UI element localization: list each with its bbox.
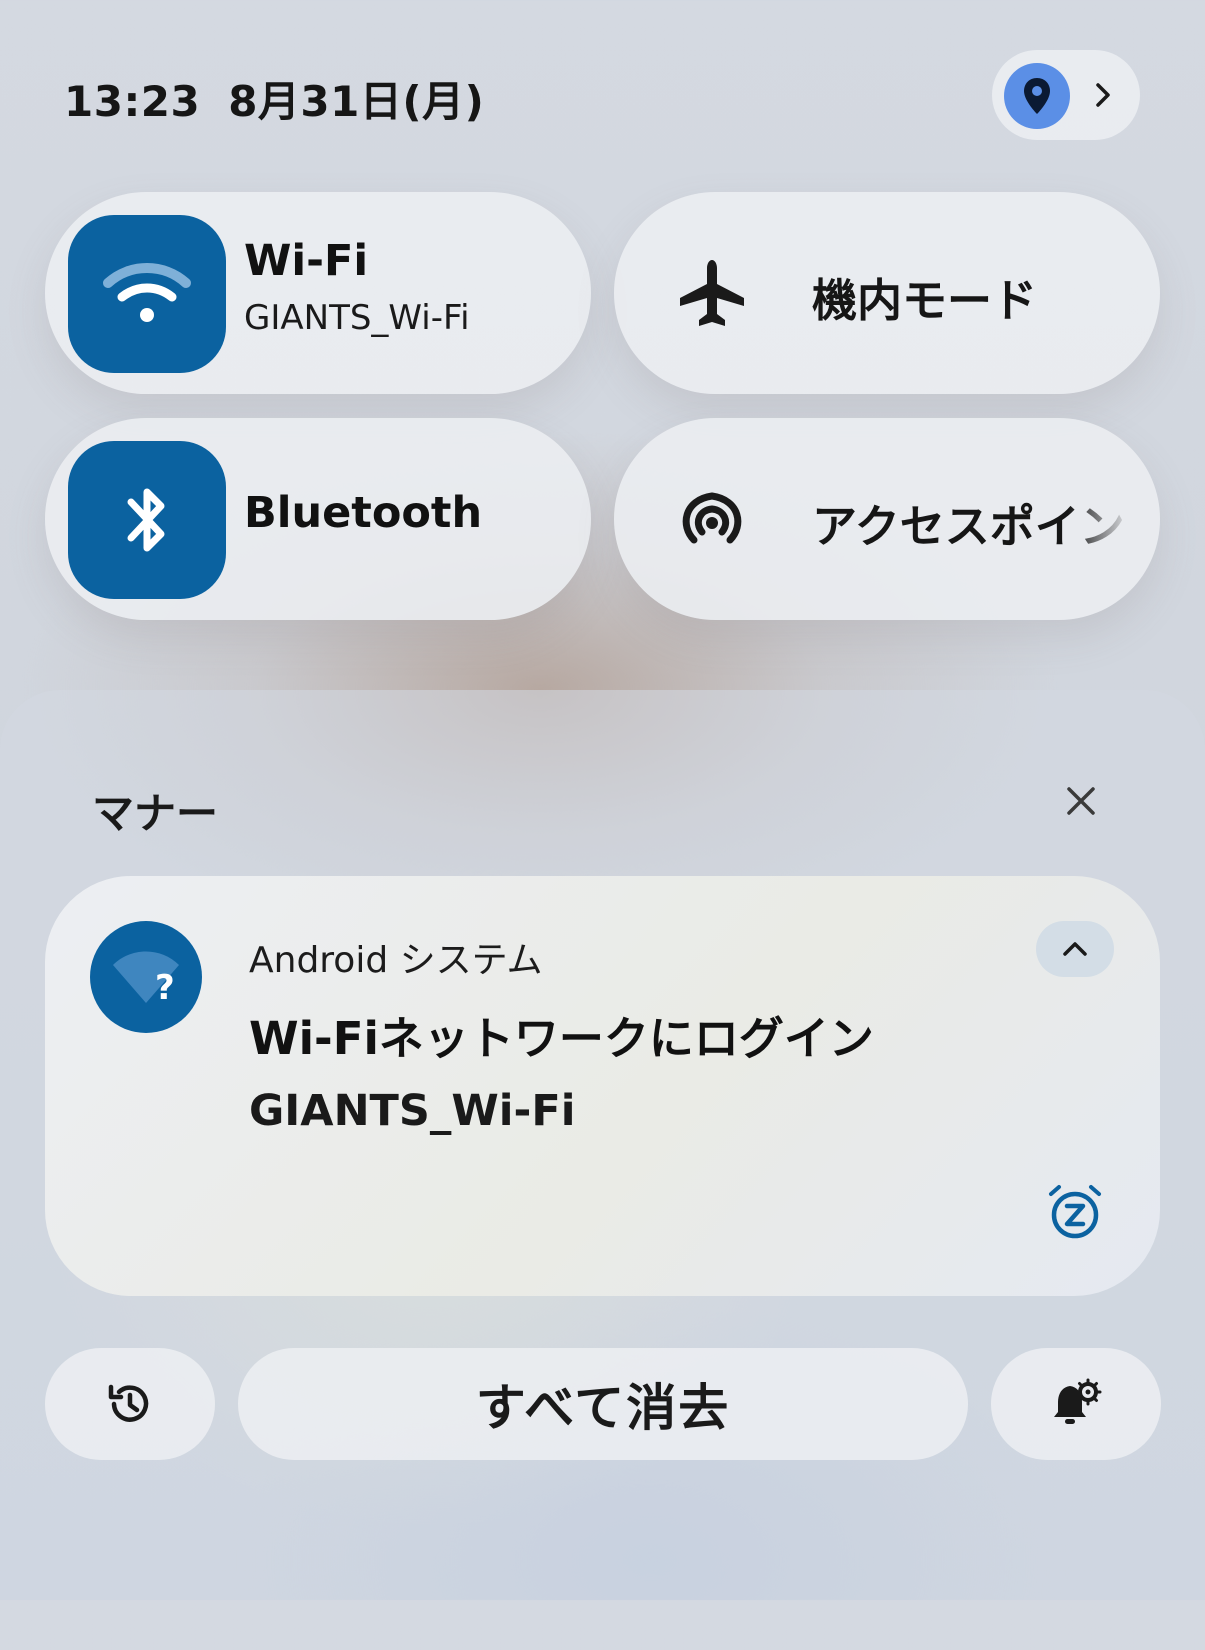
- notification-title: Wi-Fiネットワークにログイン: [249, 1012, 874, 1065]
- airplane-icon: [680, 260, 744, 326]
- clear-all-button[interactable]: すべて消去: [238, 1348, 968, 1460]
- notification-history-button[interactable]: [45, 1348, 215, 1460]
- notification-app-name: Android システム: [249, 940, 543, 981]
- snooze-icon[interactable]: [1045, 1182, 1105, 1242]
- location-pin-icon: [1004, 63, 1070, 129]
- bluetooth-icon: [127, 488, 165, 552]
- chevron-up-icon: [1063, 942, 1087, 956]
- clock-date: 8月31日(月): [228, 77, 485, 126]
- tile-hotspot-label: アクセスポイン: [812, 500, 1125, 553]
- notification-card[interactable]: ? Android システム Wi-Fiネットワークにログイン GIANTS_W…: [45, 876, 1160, 1296]
- hotspot-icon: [682, 492, 742, 544]
- clear-all-label: すべて消去: [475, 1379, 731, 1437]
- location-chip[interactable]: [992, 50, 1140, 140]
- tile-wifi[interactable]: Wi-Fi GIANTS_Wi-Fi: [45, 192, 591, 394]
- tile-wifi-label: Wi-Fi: [244, 236, 369, 286]
- tile-airplane-label: 機内モード: [812, 274, 1038, 327]
- clock-time: 13:23: [64, 77, 201, 126]
- notification-body: GIANTS_Wi-Fi: [249, 1086, 576, 1136]
- bluetooth-tile-icon-button[interactable]: [68, 441, 226, 599]
- tile-airplane-mode[interactable]: 機内モード: [614, 192, 1160, 394]
- section-title: マナー: [92, 789, 219, 838]
- notification-settings-button[interactable]: [991, 1348, 1161, 1460]
- wifi-tile-icon-button[interactable]: [68, 215, 226, 373]
- close-icon[interactable]: [1064, 784, 1098, 818]
- tile-bluetooth-label: Bluetooth: [244, 488, 483, 538]
- wifi-icon: [103, 263, 191, 322]
- notification-collapse-button[interactable]: [1036, 921, 1114, 977]
- notification-settings-icon: [1054, 1378, 1102, 1424]
- history-icon: [108, 1384, 149, 1422]
- status-header: 13:23 8月31日(月): [64, 68, 512, 129]
- tile-hotspot[interactable]: アクセスポイン: [614, 418, 1160, 620]
- tile-bluetooth[interactable]: Bluetooth: [45, 418, 591, 620]
- svg-text:?: ?: [155, 968, 175, 1007]
- chevron-right-icon: [1096, 83, 1110, 107]
- tile-wifi-network: GIANTS_Wi-Fi: [244, 298, 470, 338]
- wifi-question-icon: ?: [90, 921, 202, 1033]
